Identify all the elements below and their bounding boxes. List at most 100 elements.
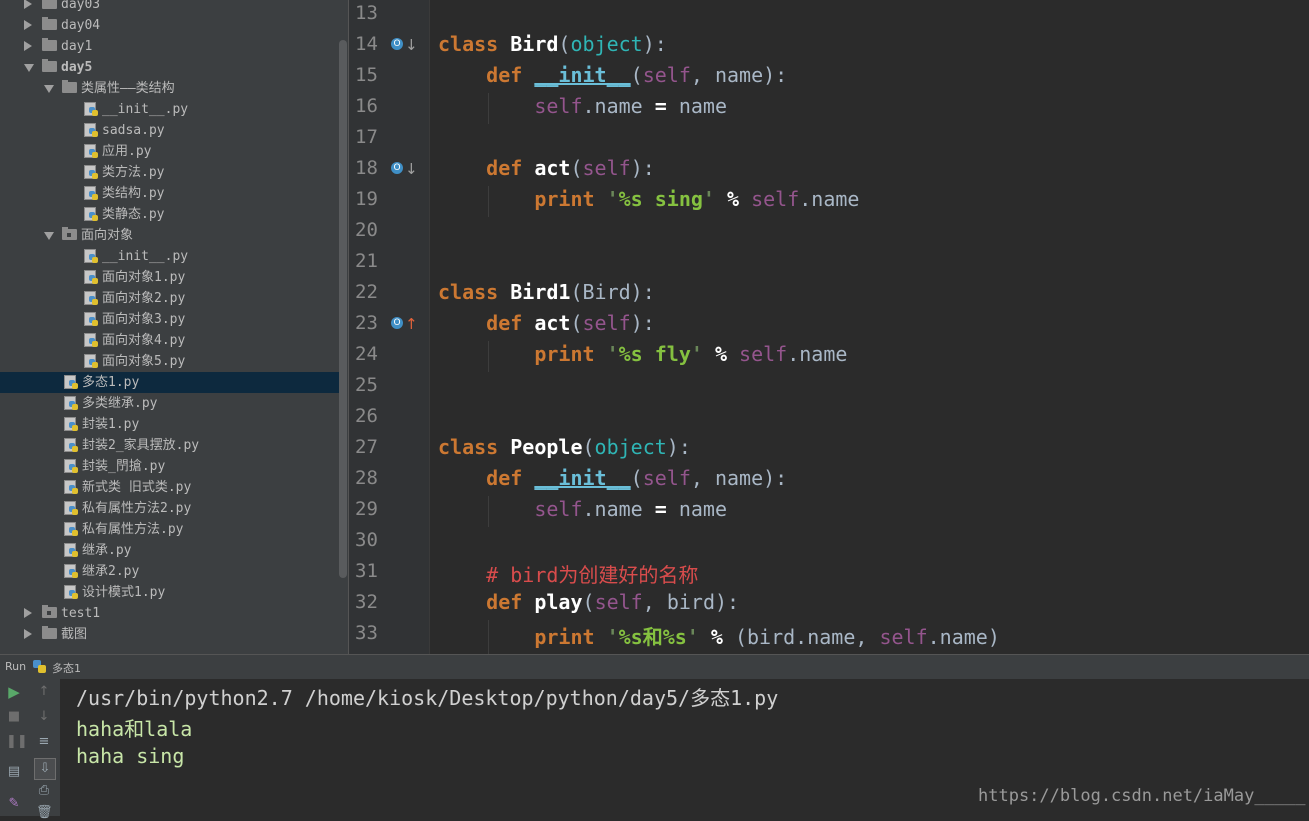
tree-file-item[interactable]: 私有属性方法.py (0, 519, 340, 540)
tree-file-item[interactable]: 封装_閅搶.py (0, 456, 340, 477)
tree-file-item[interactable]: 设计模式1.py (0, 582, 340, 603)
pin-icon[interactable]: ✎ (6, 796, 22, 812)
tree-item-label: 封装2_家具摆放.py (82, 438, 200, 453)
expand-down-icon[interactable] (24, 64, 34, 72)
tree-folder-item[interactable]: day03 (0, 0, 340, 15)
overridden-method-icon[interactable]: O ↓ (391, 36, 418, 56)
line-number: 28 (355, 467, 378, 489)
tree-item-label: 多态1.py (82, 375, 140, 390)
python-file-icon (64, 438, 78, 453)
tree-file-item[interactable]: 多类继承.py (0, 393, 340, 414)
code-line: def play(self, bird): (486, 590, 740, 614)
overridden-method-icon[interactable]: O ↓ (391, 160, 418, 180)
folder-icon (42, 59, 57, 72)
scroll-to-end-icon[interactable]: ⇩ (34, 758, 56, 780)
python-file-icon (64, 501, 78, 516)
tree-item-label: 应用.py (102, 144, 152, 159)
tree-file-item[interactable]: 继承2.py (0, 561, 340, 582)
stop-icon[interactable]: ■ (6, 709, 22, 725)
scroll-down-icon[interactable]: ↓ (36, 709, 52, 725)
python-file-icon (33, 660, 47, 674)
trash-icon[interactable]: 🗑 (36, 805, 53, 821)
python-file-icon (64, 417, 78, 432)
tree-file-item[interactable]: __init__.py (0, 246, 340, 267)
python-file-icon (84, 249, 98, 264)
python-file-icon (64, 375, 78, 390)
tree-item-label: 面向对象 (81, 228, 134, 243)
code-line: print '%s sing' % self.name (534, 187, 860, 211)
expand-right-icon[interactable] (24, 41, 32, 51)
rerun-icon[interactable]: ▶ (6, 684, 22, 700)
tree-file-item[interactable]: 面向对象4.py (0, 330, 340, 351)
expand-right-icon[interactable] (24, 20, 32, 30)
tree-file-item[interactable]: 面向对象3.py (0, 309, 340, 330)
line-number: 21 (355, 250, 378, 272)
tree-file-item[interactable]: 封装2_家具摆放.py (0, 435, 340, 456)
tree-file-item[interactable]: 封装1.py (0, 414, 340, 435)
line-number: 15 (355, 64, 378, 86)
tree-folder-item[interactable]: 截图 (0, 624, 340, 645)
run-tool-window-header: Run 多态1 (0, 654, 1309, 680)
print-icon[interactable]: ⎙ (36, 783, 52, 799)
python-file-icon (64, 543, 78, 558)
tree-folder-item[interactable]: 类属性——类结构 (0, 78, 340, 99)
tree-file-item[interactable]: 类结构.py (0, 183, 340, 204)
layout-icon[interactable]: ▤ (6, 764, 22, 780)
tree-file-item[interactable]: sadsa.py (0, 120, 340, 141)
tree-file-item[interactable]: 新式类 旧式类.py (0, 477, 340, 498)
overrides-method-icon[interactable]: O ↑ (391, 315, 418, 335)
tree-folder-item[interactable]: day1 (0, 36, 340, 57)
tree-item-label: day5 (61, 60, 93, 75)
tree-file-item[interactable]: 私有属性方法2.py (0, 498, 340, 519)
tree-item-label: 类静态.py (102, 207, 165, 222)
code-line: def act(self): (486, 311, 655, 335)
console-line: haha sing (76, 744, 185, 768)
tree-item-label: 面向对象1.py (102, 270, 186, 285)
pause-icon[interactable]: ❚❚ (6, 734, 28, 750)
tree-folder-item[interactable]: day04 (0, 15, 340, 36)
python-file-icon (84, 186, 98, 201)
line-number: 18 (355, 157, 378, 179)
expand-right-icon[interactable] (24, 629, 32, 639)
tree-item-label: __init__.py (102, 102, 189, 117)
expand-right-icon[interactable] (24, 0, 32, 9)
scroll-up-icon[interactable]: ↑ (36, 684, 52, 700)
expand-down-icon[interactable] (44, 85, 54, 93)
line-number: 17 (355, 126, 378, 148)
tree-folder-item[interactable]: 面向对象 (0, 225, 340, 246)
expand-down-icon[interactable] (44, 232, 54, 240)
line-number: 29 (355, 498, 378, 520)
tree-folder-item[interactable]: day5 (0, 57, 340, 78)
tree-file-item[interactable]: 面向对象2.py (0, 288, 340, 309)
tree-file-item[interactable]: 面向对象1.py (0, 267, 340, 288)
tree-file-item[interactable]: 多态1.py (0, 372, 340, 393)
tree-item-label: 封装1.py (82, 417, 140, 432)
line-number: 14 (355, 33, 378, 55)
tree-file-item[interactable]: 类静态.py (0, 204, 340, 225)
console-line: /usr/bin/python2.7 /home/kiosk/Desktop/p… (76, 686, 779, 710)
indent-guide (488, 341, 489, 372)
tree-folder-item[interactable]: test1 (0, 603, 340, 624)
python-file-icon (64, 480, 78, 495)
tree-file-item[interactable]: 继承.py (0, 540, 340, 561)
package-icon (62, 227, 77, 240)
python-file-icon (84, 312, 98, 327)
line-number: 27 (355, 436, 378, 458)
soft-wrap-icon[interactable]: ≡ (36, 734, 52, 750)
tree-file-item[interactable]: 面向对象5.py (0, 351, 340, 372)
tree-file-item[interactable]: 类方法.py (0, 162, 340, 183)
run-tab-label[interactable]: 多态1 (52, 660, 81, 676)
tree-file-item[interactable]: 应用.py (0, 141, 340, 162)
folder-icon (42, 0, 57, 9)
code-line: class Bird(object): (438, 32, 667, 56)
line-number: 20 (355, 219, 378, 241)
code-line: print '%s和%s' % (bird.name, self.name) (534, 625, 1000, 649)
indent-guide (488, 620, 489, 654)
line-number: 32 (355, 591, 378, 613)
expand-right-icon[interactable] (24, 608, 32, 618)
tree-item-label: 面向对象4.py (102, 333, 186, 348)
tree-item-label: sadsa.py (102, 123, 165, 138)
tree-file-item[interactable]: __init__.py (0, 99, 340, 120)
line-number: 19 (355, 188, 378, 210)
project-tree-scrollbar[interactable] (339, 40, 347, 578)
